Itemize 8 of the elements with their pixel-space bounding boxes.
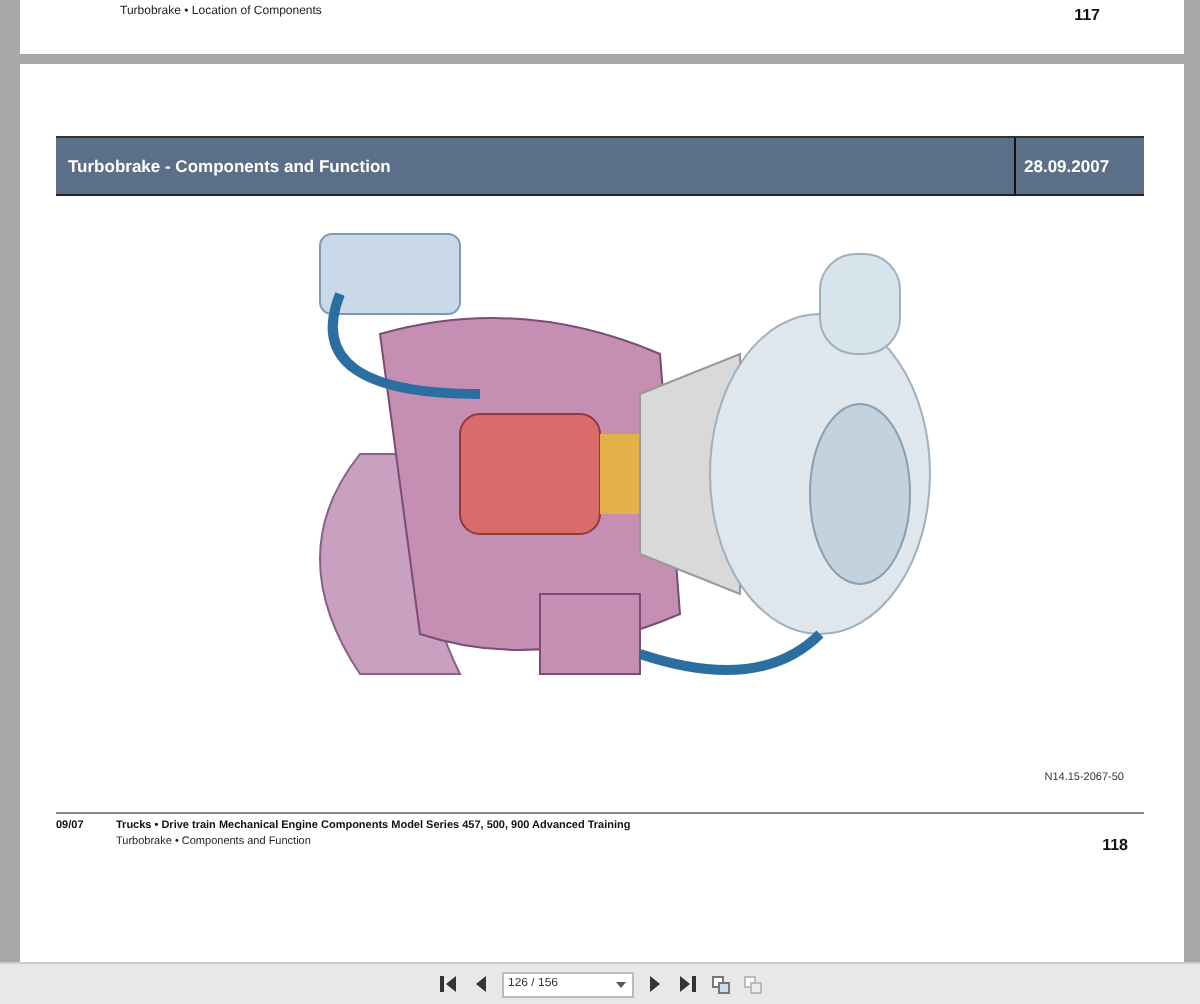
page-number: 117 [1074,6,1100,24]
last-page-button[interactable] [678,974,698,994]
first-page-button[interactable] [438,974,458,994]
dropdown-icon[interactable] [616,981,626,987]
page-number: 118 [1102,836,1128,854]
copy-icon[interactable] [710,974,730,994]
page-date: 28.09.2007 [1022,154,1112,180]
page-title: Turbobrake - Components and Function [56,138,1016,194]
